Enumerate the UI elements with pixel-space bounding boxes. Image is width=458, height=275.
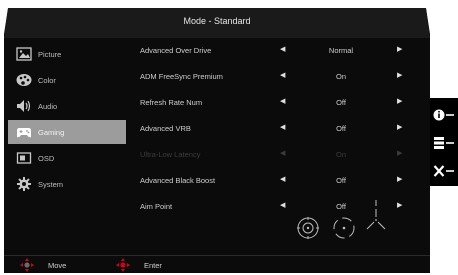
arrow-right-icon[interactable]: ▶ (397, 123, 402, 131)
arrow-right-icon[interactable]: ▶ (397, 175, 402, 183)
joystick-enter-icon (116, 258, 130, 273)
sidebar-item-osd[interactable]: OSD (8, 146, 126, 170)
sidebar-item-color[interactable]: Color (8, 68, 126, 92)
setting-row-advanced-vrb[interactable]: Advanced VRB ◀ Off ▶ (140, 120, 410, 136)
arrow-right-icon[interactable]: ▶ (397, 45, 402, 53)
arrow-left-icon[interactable]: ◀ (280, 201, 285, 209)
hotkey-guide (430, 98, 458, 186)
setting-value: Off (336, 124, 346, 133)
sidebar-item-system[interactable]: System (8, 172, 126, 196)
sidebar-item-audio[interactable]: Audio (8, 94, 126, 118)
setting-value: Off (336, 176, 346, 185)
arrow-right-icon[interactable]: ▶ (397, 201, 402, 209)
menu-title: Mode - Standard (183, 16, 251, 26)
close-key-icon[interactable] (433, 164, 455, 183)
aim-point-dotted-circle-icon[interactable] (332, 216, 356, 245)
arrow-left-icon[interactable]: ◀ (280, 45, 285, 53)
setting-label: Advanced Black Boost (140, 176, 216, 185)
gamepad-icon (16, 125, 32, 139)
setting-row-ultra-low-latency: Ultra-Low Latency ◀ On ▶ (140, 146, 410, 162)
palette-icon (16, 73, 32, 87)
menu-key-icon[interactable] (433, 136, 455, 155)
enter-label: Enter (144, 261, 162, 270)
arrow-left-icon[interactable]: ◀ (280, 175, 285, 183)
menu-header: Mode - Standard (4, 8, 430, 38)
setting-value: Normal (328, 46, 354, 55)
osd-window-icon (16, 151, 32, 165)
arrow-left-icon[interactable]: ◀ (280, 71, 285, 79)
setting-label: Refresh Rate Num (140, 98, 203, 107)
joystick-move-icon (20, 258, 34, 273)
speaker-icon (16, 99, 32, 113)
arrow-right-icon: ▶ (397, 150, 403, 157)
sidebar-item-label: OSD (38, 154, 55, 163)
picture-icon (16, 47, 32, 61)
setting-label: Advanced VRB (140, 124, 191, 133)
info-key-icon[interactable] (433, 108, 455, 127)
setting-label: Advanced Over Drive (140, 46, 212, 55)
aim-point-cross-icon[interactable] (364, 198, 388, 245)
sidebar-item-picture[interactable]: Picture (8, 42, 126, 66)
setting-value: On (335, 150, 346, 159)
aim-point-circle-icon[interactable] (296, 216, 320, 245)
arrow-left-icon: ◀ (280, 150, 286, 157)
sidebar-item-label: System (38, 180, 64, 189)
setting-row-advanced-black-boost[interactable]: Advanced Black Boost ◀ Off ▶ (140, 172, 410, 188)
sidebar-item-label: Picture (38, 50, 62, 59)
setting-row-adm-freesync-premium[interactable]: ADM FreeSync Premium ◀ On ▶ (140, 68, 410, 84)
menu-footer: Move Enter (4, 255, 430, 273)
setting-row-refresh-rate-num[interactable]: Refresh Rate Num ◀ Off ▶ (140, 94, 410, 110)
setting-label: Ultra-Low Latency (140, 150, 201, 159)
sidebar-item-label: Color (38, 76, 56, 85)
osd-menu: Mode - Standard Picture Color Audio Gami… (4, 8, 430, 273)
setting-row-advanced-over-drive[interactable]: Advanced Over Drive ◀ Normal ▶ (140, 42, 410, 58)
setting-value: On (335, 72, 346, 81)
setting-label: Aim Point (140, 202, 173, 211)
move-label: Move (48, 261, 67, 270)
arrow-left-icon[interactable]: ◀ (280, 97, 285, 105)
aim-point-options (296, 200, 388, 245)
arrow-right-icon[interactable]: ▶ (397, 97, 402, 105)
setting-label: ADM FreeSync Premium (140, 72, 223, 81)
sidebar-item-gaming[interactable]: Gaming (8, 120, 126, 144)
gear-icon (16, 177, 32, 191)
arrow-left-icon[interactable]: ◀ (280, 123, 285, 131)
sidebar-item-label: Audio (38, 102, 58, 111)
setting-value: Off (336, 98, 346, 107)
arrow-right-icon[interactable]: ▶ (397, 71, 402, 79)
sidebar-item-label: Gaming (38, 128, 65, 137)
